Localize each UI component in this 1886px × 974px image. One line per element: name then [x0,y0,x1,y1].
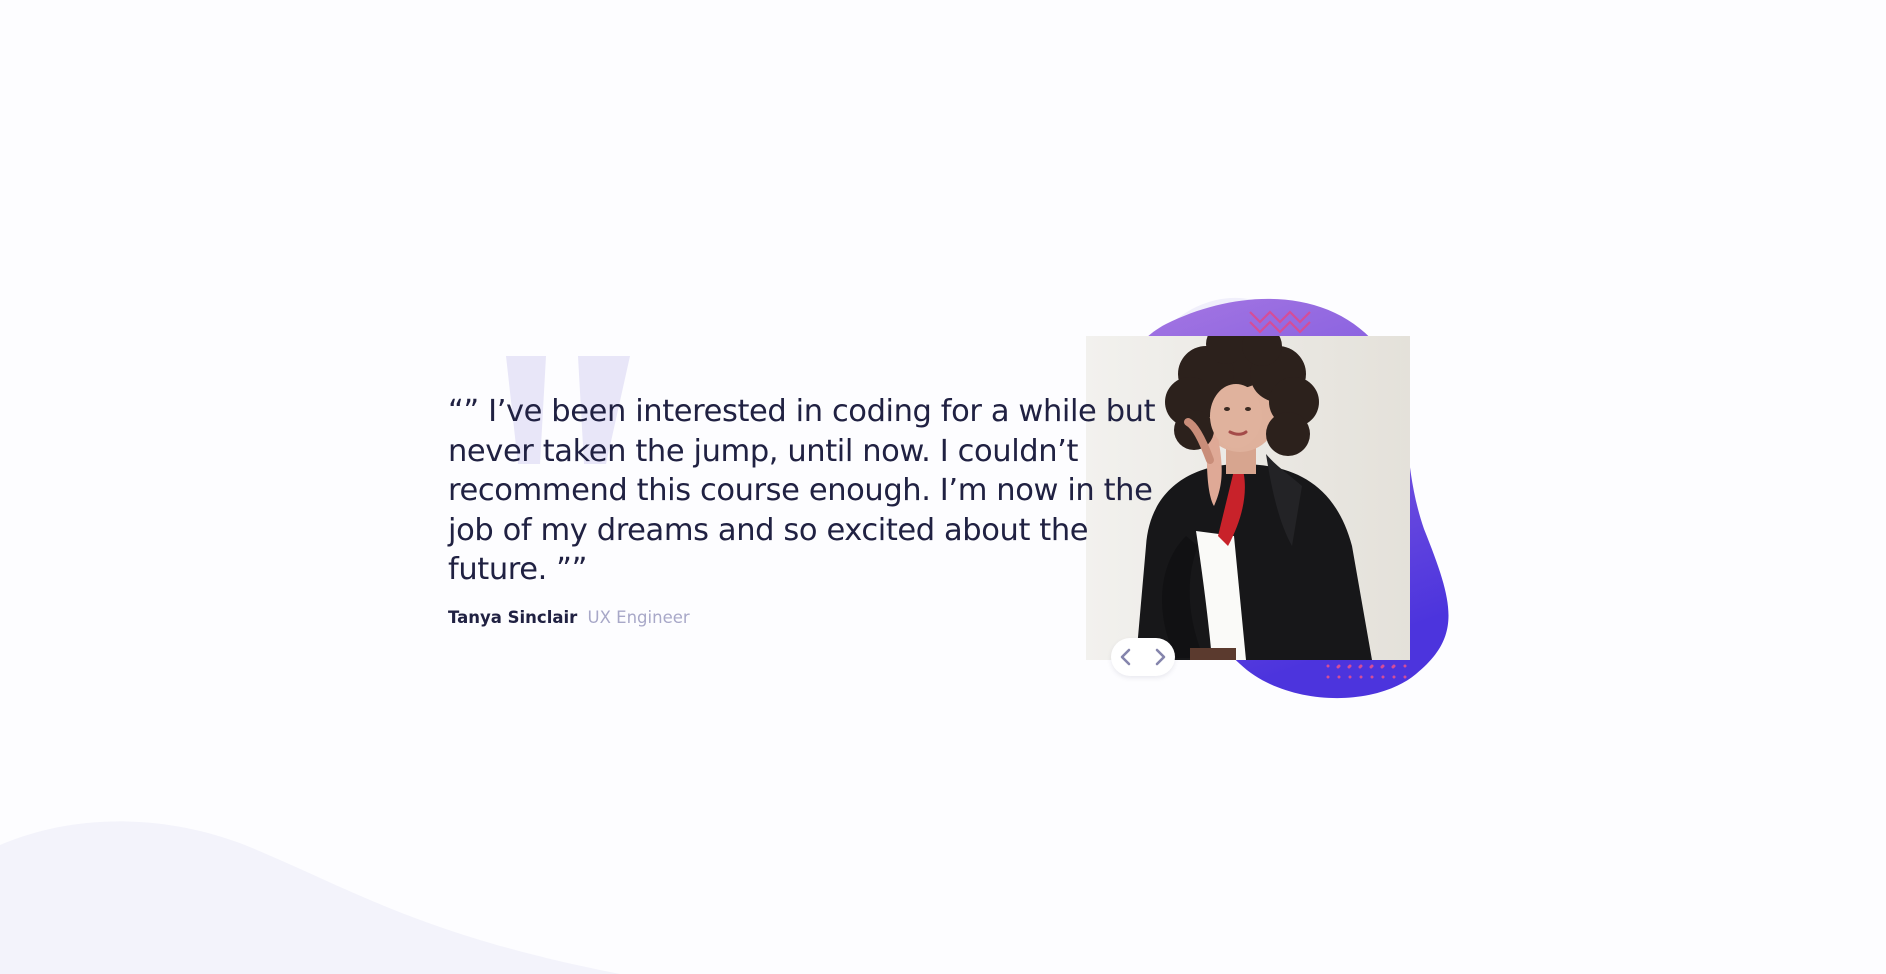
decorative-dot [1337,675,1341,679]
author-line: Tanya Sinclair UX Engineer [448,608,1168,628]
decorative-dot [1326,675,1330,679]
decorative-dot [1392,675,1396,679]
decorative-dot [1381,664,1385,668]
decorative-dot [1370,664,1374,668]
carousel-navigation [1111,638,1175,676]
decorative-dot [1348,664,1352,668]
previous-button[interactable] [1117,648,1135,666]
decorative-dot [1392,664,1396,668]
decorative-dot [1403,664,1407,668]
decorative-dot [1370,675,1374,679]
author-role: UX Engineer [587,607,690,627]
testimonial-quote: “” I’ve been interested in coding for a … [448,394,1156,587]
testimonial-content: “” I’ve been interested in coding for a … [448,392,1168,628]
decorative-dot [1326,664,1330,668]
chevron-left-icon [1120,648,1131,666]
decorative-dot [1403,675,1407,679]
chevron-right-icon [1155,648,1166,666]
testimonial-page: “” I’ve been interested in coding for a … [0,0,1886,974]
decorative-dot [1337,664,1341,668]
decorative-dot [1381,675,1385,679]
next-button[interactable] [1151,648,1169,666]
author-name: Tanya Sinclair [448,607,578,627]
decorative-dot [1359,664,1363,668]
decorative-dot [1348,675,1352,679]
decorative-dot [1359,675,1363,679]
